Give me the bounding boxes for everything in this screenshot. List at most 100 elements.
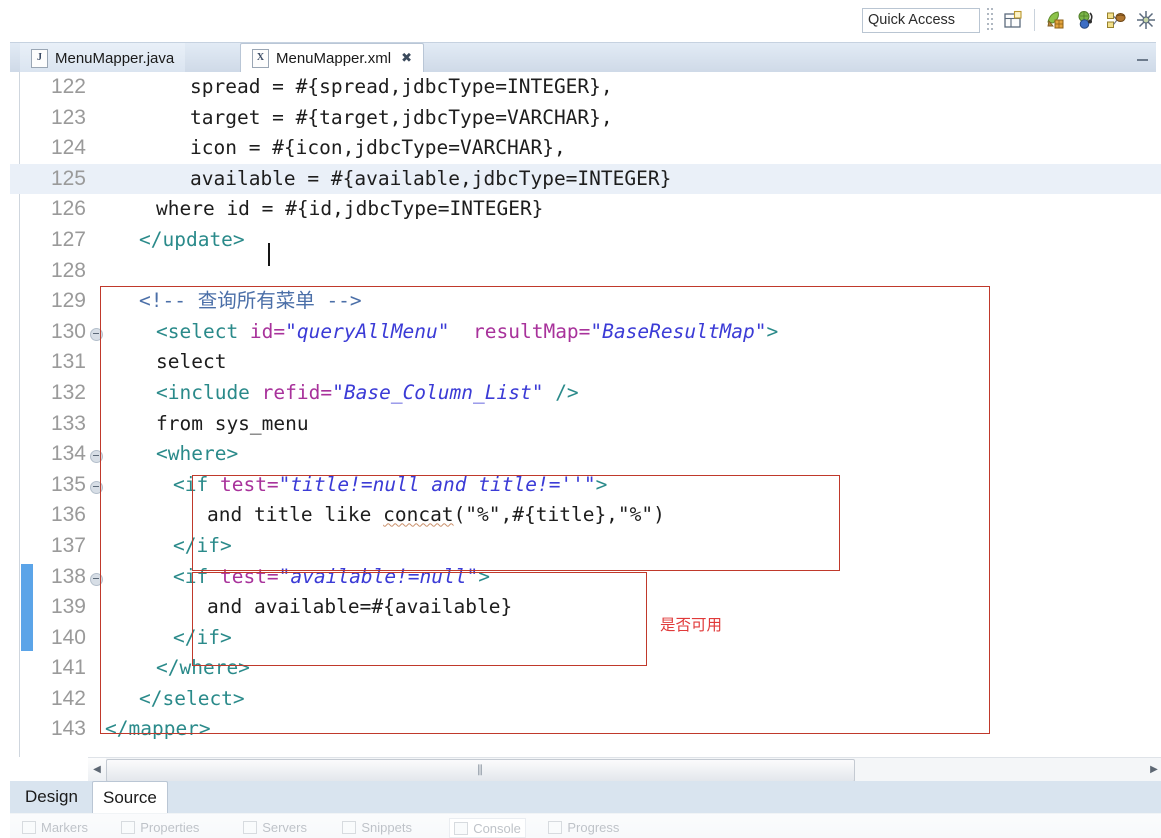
code-line[interactable]: 127 </update> — [10, 225, 1161, 256]
line-number: 143 — [50, 717, 86, 741]
tab-source[interactable]: Source — [92, 781, 168, 813]
code-line-text: </select> — [139, 684, 245, 715]
code-line[interactable]: 131 select — [10, 347, 1161, 378]
code-token: > — [478, 564, 491, 588]
code-editor[interactable]: 122 spread = #{spread,jdbcType=INTEGER}, 1… — [10, 72, 1161, 757]
code-line[interactable]: 126 where id = #{id,jdbcType=INTEGER} — [10, 194, 1161, 225]
bottom-tab-properties[interactable]: Properties — [121, 818, 199, 836]
line-number: 126 — [50, 197, 86, 221]
code-line[interactable]: 136 and title like concat("%",#{title},"%… — [10, 500, 1161, 531]
code-token: </mapper> — [105, 717, 211, 741]
code-line-text: </where> — [156, 653, 250, 684]
bottom-tab-console[interactable]: Console — [449, 818, 526, 838]
line-number: 125 — [50, 166, 86, 190]
code-token: from sys_menu — [156, 411, 309, 435]
code-token: and title like — [207, 503, 384, 527]
fold-collapse-icon[interactable] — [90, 327, 103, 341]
editor-tab-bar: J MenuMapper.java X MenuMapper.xml ✖ — [10, 42, 1156, 73]
code-line-text: target = #{target,jdbcType=VARCHAR}, — [190, 103, 613, 134]
code-line[interactable]: 122 spread = #{spread,jdbcType=INTEGER}, — [10, 72, 1161, 103]
code-token: ("%",#{title},"%") — [453, 503, 665, 527]
toolbar-drag-handle[interactable] — [986, 7, 994, 33]
code-line-text: <!-- 查询所有菜单 --> — [139, 286, 362, 317]
editor-tab-menumapper-java[interactable]: J MenuMapper.java — [20, 43, 186, 73]
code-line-text: and available=#{available} — [207, 592, 512, 623]
code-line[interactable]: 140 </if> — [10, 623, 1161, 654]
code-token: "queryAllMenu" — [285, 319, 450, 343]
code-line[interactable]: 143 </mapper> — [10, 714, 1161, 745]
fold-collapse-icon[interactable] — [90, 572, 103, 586]
line-number: 141 — [50, 656, 86, 680]
bottom-tab-servers[interactable]: Servers — [243, 818, 307, 836]
editor-tab-menumapper-xml[interactable]: X MenuMapper.xml ✖ — [240, 43, 424, 73]
code-line-text: </if> — [173, 623, 232, 654]
bottom-tab-snippets[interactable]: Snippets — [342, 818, 412, 836]
code-line[interactable]: 133 from sys_menu — [10, 409, 1161, 440]
scroll-left-arrow-icon[interactable]: ◀ — [88, 758, 106, 781]
code-token: test= — [219, 564, 279, 588]
code-line[interactable]: 141 </where> — [10, 653, 1161, 684]
horizontal-scrollbar[interactable]: ◀ ⫼ ▶ — [88, 757, 1161, 782]
code-line[interactable]: 129 <!-- 查询所有菜单 --> — [10, 286, 1161, 317]
code-token: concat — [383, 503, 454, 527]
line-number: 137 — [50, 533, 86, 557]
line-number: 127 — [50, 227, 86, 251]
bottom-tab-label: Progress — [567, 819, 620, 835]
code-line[interactable]: 130 <select id="queryAllMenu" resultMap="… — [10, 317, 1161, 348]
code-line[interactable]: 139 and available=#{available} — [10, 592, 1161, 623]
code-token: refid= — [261, 380, 333, 404]
code-line[interactable]: 142 </select> — [10, 684, 1161, 715]
code-line[interactable]: 134 <where> — [10, 439, 1161, 470]
editor-tab-label: MenuMapper.java — [55, 49, 175, 67]
code-token: available = #{available,jdbcType=INTEGER… — [190, 166, 672, 190]
open-perspective-icon[interactable] — [1000, 7, 1026, 33]
fold-collapse-icon[interactable] — [90, 450, 103, 464]
line-number: 136 — [50, 503, 86, 527]
line-number: 128 — [50, 258, 86, 282]
team-sync-perspective-icon[interactable] — [1133, 7, 1159, 33]
scrollbar-grip-icon: ⫼ — [477, 763, 484, 777]
main-toolbar — [0, 0, 1161, 40]
code-line[interactable]: 125 available = #{available,jdbcType=INTE… — [10, 163, 1161, 195]
code-line[interactable]: 124 icon = #{icon,jdbcType=VARCHAR}, — [10, 133, 1161, 164]
code-token: select — [156, 350, 227, 374]
close-icon[interactable]: ✖ — [401, 51, 412, 66]
editor-mode-tabs: Design Source — [10, 781, 1161, 813]
java-perspective-icon[interactable] — [1043, 7, 1069, 33]
bottom-tab-markers[interactable]: Markers — [22, 818, 88, 836]
code-token: <where> — [156, 442, 239, 466]
code-token: /> — [543, 380, 579, 404]
code-line-text: <select id="queryAllMenu" resultMap="Bas… — [156, 317, 778, 348]
quick-access-input[interactable] — [862, 7, 980, 33]
code-line-text: </if> — [173, 531, 232, 562]
view-icon — [243, 820, 258, 834]
fold-collapse-icon[interactable] — [90, 480, 103, 494]
bottom-tab-progress[interactable]: Progress — [548, 818, 619, 836]
code-token: </if> — [173, 533, 232, 557]
code-line[interactable]: 137 </if> — [10, 531, 1161, 562]
code-token: icon = #{icon,jdbcType=VARCHAR}, — [190, 136, 566, 160]
tab-design[interactable]: Design — [15, 781, 88, 813]
code-line-text: icon = #{icon,jdbcType=VARCHAR}, — [190, 133, 566, 164]
line-number: 134 — [50, 442, 86, 466]
bottom-tab-label: Console — [473, 820, 521, 836]
code-lines-container[interactable]: 122 spread = #{spread,jdbcType=INTEGER}, 1… — [10, 72, 1161, 757]
code-line[interactable]: 138 <if test="available!=null"> — [10, 562, 1161, 593]
java-ee-perspective-icon[interactable] — [1073, 7, 1099, 33]
view-icon — [22, 820, 36, 834]
code-line-text: <where> — [156, 439, 238, 470]
line-number: 133 — [50, 411, 86, 435]
code-line[interactable]: 123 target = #{target,jdbcType=VARCHAR}, — [10, 103, 1161, 134]
debug-perspective-icon[interactable] — [1103, 7, 1129, 33]
code-line-text: available = #{available,jdbcType=INTEGER… — [190, 164, 671, 195]
code-token: target = #{target,jdbcType=VARCHAR}, — [190, 105, 613, 129]
xml-file-icon: X — [252, 49, 269, 68]
code-line[interactable]: 128 — [10, 256, 1161, 287]
scrollbar-thumb[interactable]: ⫼ — [106, 759, 855, 782]
scroll-right-arrow-icon[interactable]: ▶ — [1147, 758, 1161, 781]
bottom-tab-label: Servers — [262, 819, 307, 835]
minimize-icon[interactable] — [1135, 52, 1150, 65]
code-line[interactable]: 132 <include refid="Base_Column_List" /> — [10, 378, 1161, 409]
code-line[interactable]: 135 <if test="title!=null and title!=''"> — [10, 470, 1161, 501]
